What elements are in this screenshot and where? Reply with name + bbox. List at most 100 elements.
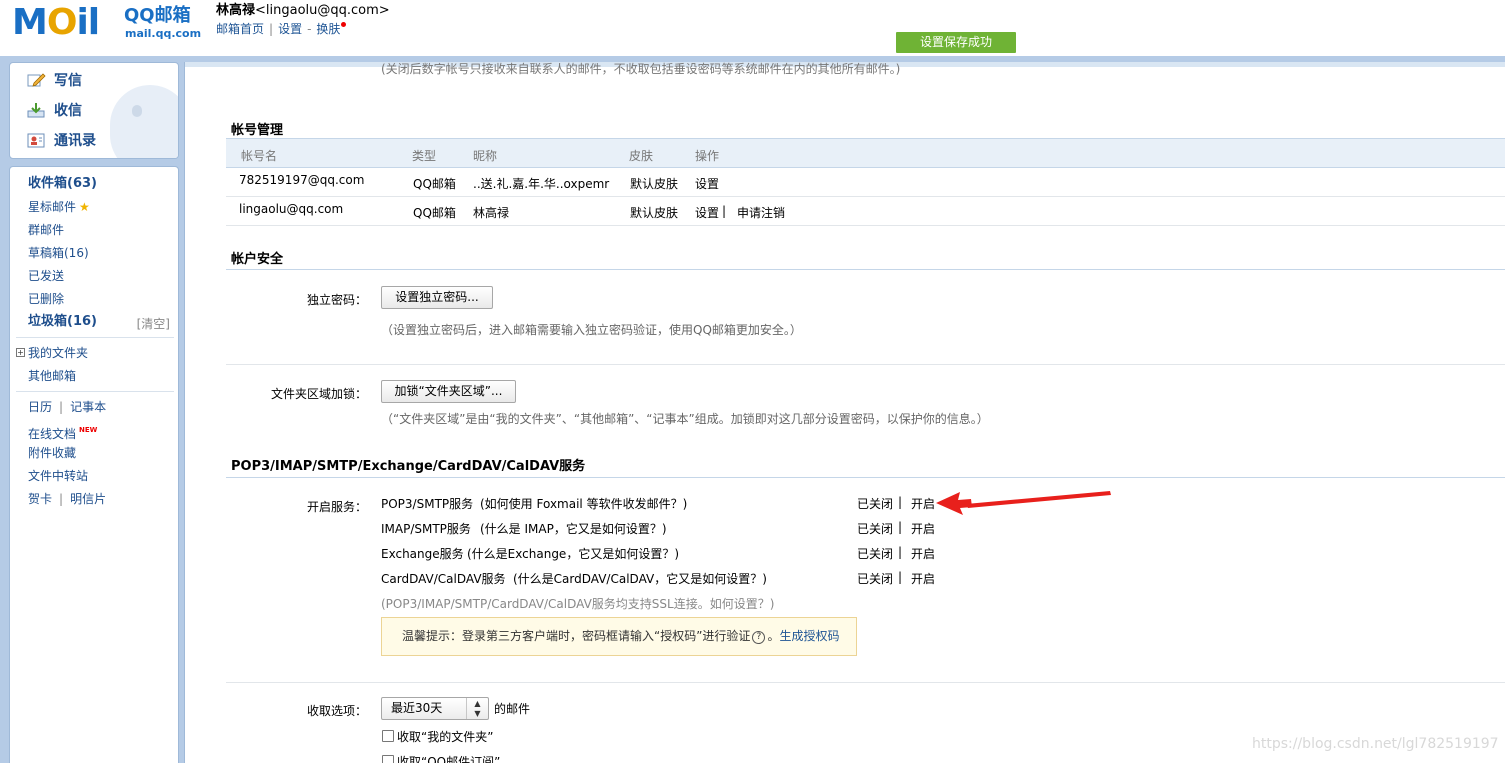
lock-folder-area-button[interactable]: 加锁“文件夹区域”... <box>381 380 516 403</box>
service-help-link[interactable]: (什么是 IMAP，它又是如何设置？) <box>480 520 667 537</box>
notification-dot-icon <box>341 22 347 27</box>
tip-text: 温馨提示：登录第三方客户端时，密码框请输入“授权码”进行验证 <box>402 629 751 643</box>
service-help-link[interactable]: (如何使用 Foxmail 等软件收发邮件？) <box>480 495 687 512</box>
fetch-my-folders-checkbox[interactable] <box>382 730 394 742</box>
compose-button[interactable]: 写信 <box>26 69 82 93</box>
account-settings-link[interactable]: 设置 <box>695 175 719 192</box>
folder-deleted[interactable]: 已删除 <box>28 291 64 307</box>
qq-mail-logo[interactable]: MOil QQ邮箱 mail.qq.com <box>12 4 202 44</box>
account-nick: ..送.礼.嘉.年.华..oxpemr <box>473 177 610 191</box>
inbox-download-icon <box>27 103 45 118</box>
spam-clear-link[interactable]: [清空] <box>137 315 170 332</box>
fetch-subscriptions-checkbox[interactable] <box>382 755 394 763</box>
folder-sidebar: 收件箱(63) 星标邮件 ★ 群邮件 草稿箱(16) 已发送 已删除 垃圾箱(16… <box>9 166 179 763</box>
col-account-name: 帐号名 <box>241 149 278 163</box>
folder-lock-label: 文件夹区域加锁： <box>270 387 367 401</box>
attachments-link[interactable]: 附件收藏 <box>28 445 76 461</box>
password-note: （设置独立密码后，进入邮箱需要输入独立密码验证，使用QQ邮箱更加安全。） <box>381 323 802 337</box>
file-transfer-link[interactable]: 文件中转站 <box>28 468 88 484</box>
logo-wordmark: MOil <box>12 2 100 43</box>
auth-code-tip: 温馨提示：登录第三方客户端时，密码框请输入“授权码”进行验证? 。生成授权码 <box>381 617 857 656</box>
service-status: 已关闭 <box>857 497 894 511</box>
service-name: Exchange服务 <box>381 547 464 561</box>
online-docs-label: 在线文档 <box>28 427 77 441</box>
account-skin: 默认皮肤 <box>630 177 679 191</box>
enable-carddav-link[interactable]: 开启 <box>911 570 935 587</box>
my-folders[interactable]: 我的文件夹 <box>28 345 88 361</box>
folder-inbox[interactable]: 收件箱(63) <box>28 176 97 192</box>
user-name: 林高禄 <box>216 3 256 18</box>
home-link[interactable]: 邮箱首页 <box>216 22 264 36</box>
folder-starred[interactable]: 星标邮件 ★ <box>28 199 90 215</box>
fetch-options-label: 收取选项： <box>306 704 367 718</box>
expand-plus-icon[interactable]: + <box>16 348 25 357</box>
enable-pop3-link[interactable]: 开启 <box>911 495 935 512</box>
col-type: 类型 <box>412 149 437 163</box>
nav-divider <box>16 337 174 338</box>
calendar-link[interactable]: 日历 <box>28 400 52 414</box>
compose-label: 写信 <box>54 73 82 89</box>
service-name: POP3/SMTP服务 <box>381 497 474 511</box>
postcard-link[interactable]: 明信片 <box>70 492 106 506</box>
row-divider <box>226 196 1505 197</box>
logo-title: QQ邮箱 <box>124 5 191 26</box>
pencil-icon <box>27 73 46 87</box>
account-name: 782519197@qq.com <box>239 173 365 187</box>
nav-calendar-notes: 日历 | 记事本 <box>28 400 107 414</box>
star-icon: ★ <box>79 200 90 214</box>
greeting-card-link[interactable]: 贺卡 <box>28 492 52 506</box>
account-skin: 默认皮肤 <box>630 206 679 220</box>
enable-services-label: 开启服务： <box>306 500 367 514</box>
account-settings-link[interactable]: 设置 <box>695 204 719 221</box>
contacts-button[interactable]: 通讯录 <box>26 129 96 153</box>
account-table-header: 帐号名 类型 昵称 皮肤 操作 <box>226 138 1505 168</box>
folder-sent[interactable]: 已发送 <box>28 268 64 284</box>
row-divider <box>226 682 1505 683</box>
receive-label: 收信 <box>54 103 82 119</box>
col-nickname: 昵称 <box>473 149 498 163</box>
service-help-link[interactable]: (什么是Exchange，它又是如何设置？) <box>467 545 679 562</box>
set-independent-password-button[interactable]: 设置独立密码... <box>381 286 493 309</box>
account-type: QQ邮箱 <box>413 206 456 220</box>
tip-period: 。 <box>767 629 780 643</box>
account-nick: 林高禄 <box>473 206 510 220</box>
col-operation: 操作 <box>695 149 720 163</box>
row-divider <box>226 364 1505 365</box>
penguin-watermark-icon <box>110 85 178 158</box>
fetch-range-select[interactable]: 最近30天 ▲ ▼ <box>381 697 489 720</box>
section-divider <box>226 269 1505 270</box>
account-type: QQ邮箱 <box>413 177 456 191</box>
settings-main-panel: (关闭后数字帐号只接收来自联系人的邮件，不收取包括垂设密码等系统邮件在内的其他所… <box>184 62 1505 763</box>
service-name: IMAP/SMTP服务 <box>381 522 471 536</box>
notes-link[interactable]: 记事本 <box>70 400 106 414</box>
folder-drafts[interactable]: 草稿箱(16) <box>28 245 89 261</box>
independent-password-label: 独立密码： <box>306 293 367 307</box>
ssl-note: (POP3/IMAP/SMTP/CardDAV/CalDAV服务均支持SSL连接… <box>381 597 775 611</box>
service-help-link[interactable]: (什么是CardDAV/CalDAV，它又是如何设置？) <box>513 570 767 587</box>
account-name: lingaolu@qq.com <box>239 202 344 216</box>
enable-imap-link[interactable]: 开启 <box>911 520 935 537</box>
quick-actions-panel: 写信 收信 通讯录 <box>9 62 179 159</box>
penguin-eye-icon <box>132 105 142 117</box>
receive-button[interactable]: 收信 <box>26 99 82 123</box>
nav-cards: 贺卡 | 明信片 <box>28 492 107 506</box>
status-separator: | <box>898 570 903 584</box>
help-question-icon[interactable]: ? <box>752 631 766 644</box>
skin-link[interactable]: 换肤 <box>316 22 340 36</box>
generate-auth-code-link[interactable]: 生成授权码 <box>779 629 839 643</box>
folder-spam[interactable]: 垃圾箱(16) <box>28 314 97 330</box>
contacts-label: 通讯录 <box>54 133 96 149</box>
settings-link[interactable]: 设置 <box>278 22 302 36</box>
enable-exchange-link[interactable]: 开启 <box>911 545 935 562</box>
status-separator: | <box>898 545 903 559</box>
folder-group[interactable]: 群邮件 <box>28 222 64 238</box>
logo-domain: mail.qq.com <box>125 27 202 40</box>
apply-cancel-link[interactable]: 申请注销 <box>737 204 785 221</box>
col-skin: 皮肤 <box>629 149 654 163</box>
online-docs-link[interactable]: 在线文档 NEW <box>28 422 97 442</box>
section-title-account: 帐号管理 <box>231 123 284 138</box>
other-mailboxes[interactable]: 其他邮箱 <box>28 368 76 384</box>
new-badge: NEW <box>79 426 98 434</box>
service-name: CardDAV/CalDAV服务 <box>381 572 506 586</box>
account-note-cut: (关闭后数字帐号只接收来自联系人的邮件，不收取包括垂设密码等系统邮件在内的其他所… <box>381 62 901 76</box>
